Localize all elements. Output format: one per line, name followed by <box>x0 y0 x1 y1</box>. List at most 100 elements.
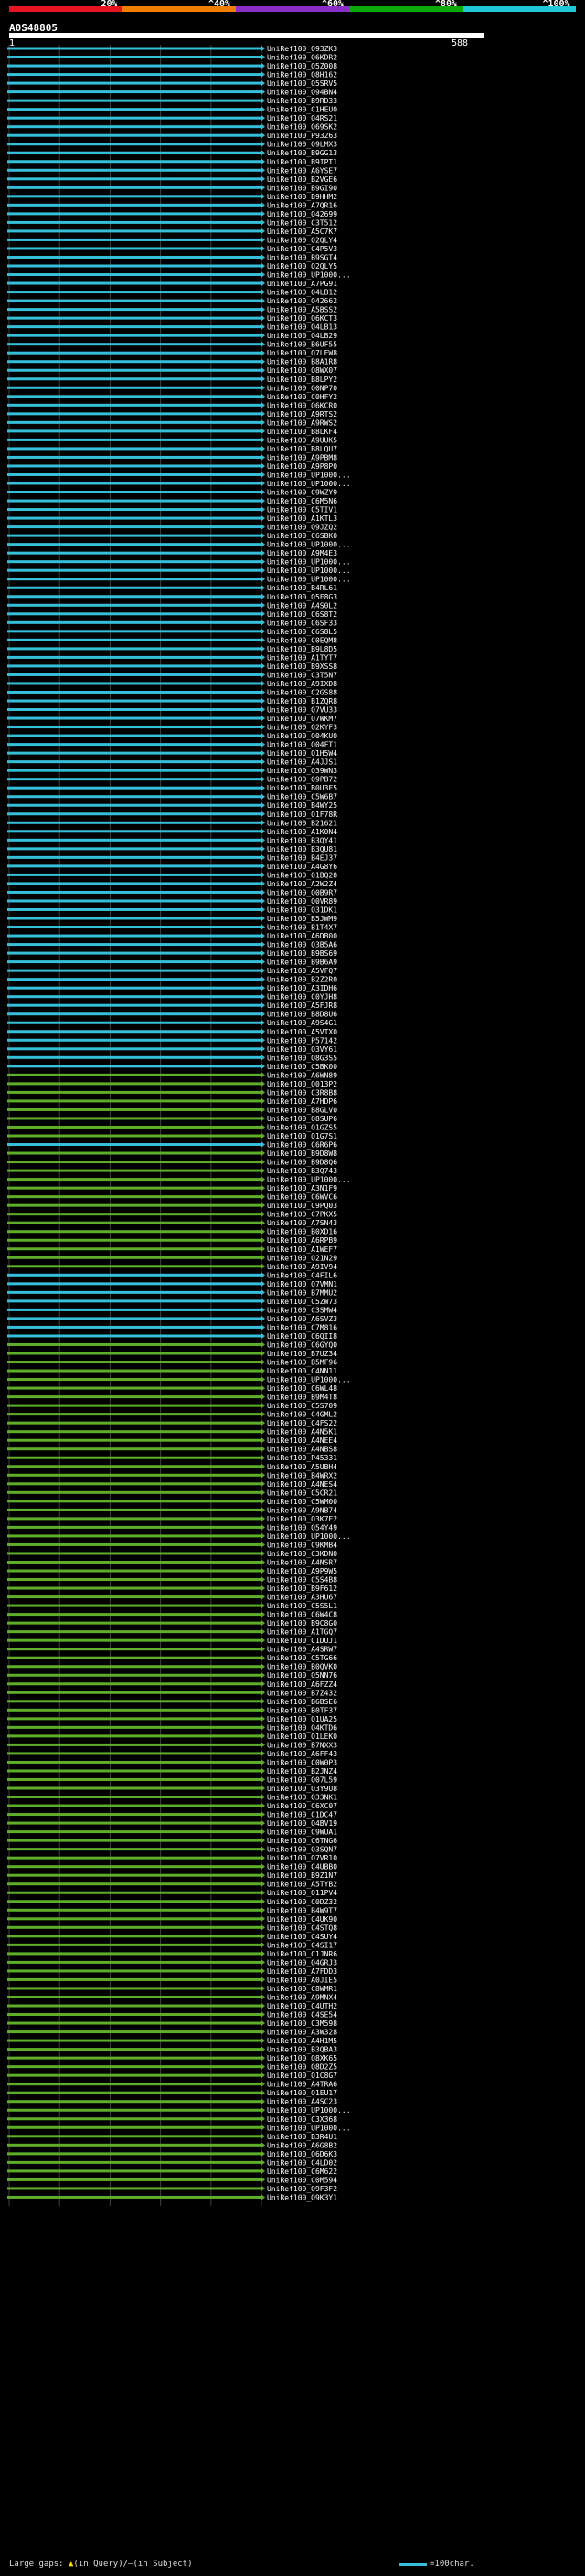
hit-arrow-icon <box>261 445 265 451</box>
hit-arrow-icon <box>261 733 265 739</box>
hit-arrow-icon <box>261 1307 265 1313</box>
hit-arrow-icon <box>261 1168 265 1174</box>
hit-label: UniRef100_C3T512 <box>267 218 337 227</box>
hit-bar <box>7 2021 261 2025</box>
hit-bar <box>7 743 261 747</box>
hit-bar <box>7 673 261 676</box>
hit-label: UniRef100_Q11PV4 <box>267 1889 337 1897</box>
hit-bar <box>7 543 261 546</box>
hit-bar <box>7 1265 261 1268</box>
hit-label: UniRef100_UP1000... <box>267 1176 351 1184</box>
hit-bar <box>7 612 261 616</box>
hit-bar <box>7 1465 261 1468</box>
hit-bar <box>7 1473 261 1477</box>
hit-bar <box>7 516 261 520</box>
hit-arrow-icon <box>261 1515 265 1521</box>
hit-label: UniRef100_Q3VY61 <box>267 1045 337 1054</box>
hit-label: UniRef100_B7Z432 <box>267 1689 337 1697</box>
hit-label: UniRef100_A9P9W5 <box>267 1567 337 1575</box>
hit-arrow-icon <box>261 393 265 399</box>
hit-arrow-icon <box>261 123 265 130</box>
hit-bar <box>7 838 261 842</box>
hit-bar <box>7 630 261 633</box>
hit-bar <box>7 1995 261 1998</box>
hit-arrow-icon <box>261 1576 265 1583</box>
hit-arrow-icon <box>261 202 265 208</box>
hit-label: UniRef100_A5BSS2 <box>267 306 337 314</box>
hit-arrow-icon <box>261 724 265 730</box>
hit-bar <box>7 368 261 372</box>
hit-arrow-icon <box>261 367 265 374</box>
hit-arrow-icon <box>261 1203 265 1209</box>
hit-arrow-icon <box>261 976 265 982</box>
hit-bar <box>7 830 261 833</box>
hit-bar <box>7 1256 261 1259</box>
hit-bar <box>7 1413 261 1416</box>
hit-arrow-icon <box>261 2072 265 2079</box>
hit-arrow-icon <box>261 837 265 843</box>
hit-label: UniRef100_B4WRX2 <box>267 1471 337 1479</box>
hit-bar <box>7 1038 261 1042</box>
hit-label: UniRef100_Q4LB13 <box>267 323 337 332</box>
hit-label: UniRef100_B4EJ37 <box>267 853 337 862</box>
hit-label: UniRef100_C3KDN0 <box>267 1550 337 1558</box>
hit-bar <box>7 447 261 451</box>
hit-bar <box>7 1186 261 1190</box>
hit-bar <box>7 1143 261 1147</box>
hit-arrow-icon <box>261 672 265 678</box>
hit-bar <box>7 99 261 102</box>
hit-label: UniRef100_Q5Z008 <box>267 62 337 70</box>
hit-label: UniRef100_UP1000... <box>267 2106 351 2115</box>
hit-label: UniRef100_A9IV94 <box>267 1263 337 1271</box>
hit-arrow-icon <box>261 620 265 626</box>
hit-bar <box>7 1586 261 1590</box>
hit-bar <box>7 969 261 972</box>
hit-bar <box>7 203 261 207</box>
hit-label: UniRef100_P57142 <box>267 1036 337 1044</box>
hit-arrow-icon <box>261 968 265 974</box>
hit-label: UniRef100_B3QY41 <box>267 836 337 844</box>
hit-arrow-icon <box>261 428 265 434</box>
hit-bar <box>7 2143 261 2147</box>
hit-bar <box>7 1030 261 1034</box>
hit-arrow-icon <box>261 1463 265 1469</box>
hit-arrow-icon <box>261 880 265 886</box>
hit-label: UniRef100_B7MMU2 <box>267 1288 337 1297</box>
hit-label: UniRef100_UP1000... <box>267 271 351 280</box>
hit-arrow-icon <box>261 1020 265 1026</box>
hit-bar <box>7 2195 261 2199</box>
hit-bar <box>7 1308 261 1311</box>
hit-bar <box>7 595 261 599</box>
hit-arrow-icon <box>261 376 265 382</box>
hit-label: UniRef100_A4NSR7 <box>267 1558 337 1566</box>
hit-arrow-icon <box>261 2020 265 2027</box>
hit-arrow-icon <box>261 1220 265 1226</box>
hit-bar <box>7 708 261 712</box>
hit-arrow-icon <box>261 175 265 182</box>
hit-label: UniRef100_Q3SQN7 <box>267 1846 337 1854</box>
hit-bar <box>7 1456 261 1459</box>
hit-label: UniRef100_A9MNX4 <box>267 1993 337 2001</box>
hit-bar <box>7 1856 261 1860</box>
hit-alignment-panel: UniRef100_Q93ZK3UniRef100_Q6KDR2UniRef10… <box>7 45 351 2206</box>
hit-bar <box>7 1482 261 1486</box>
hit-arrow-icon <box>261 1011 265 1017</box>
hit-label: UniRef100_A6FF43 <box>267 1750 337 1758</box>
hit-arrow-icon <box>261 158 265 164</box>
hit-bar <box>7 1865 261 1869</box>
hit-bar <box>7 1542 261 1546</box>
hit-bar <box>7 1708 261 1712</box>
hit-label: UniRef100_C3R8B8 <box>267 1088 337 1097</box>
hit-bar <box>7 726 261 729</box>
hit-bar <box>7 1813 261 1817</box>
hit-arrow-icon <box>261 1628 265 1635</box>
hit-bar <box>7 1247 261 1251</box>
hit-bar <box>7 1665 261 1669</box>
hit-label: UniRef100_C3T5N7 <box>267 671 337 679</box>
hit-label: UniRef100_B5JWM9 <box>267 915 337 923</box>
hit-label: UniRef100_B2Z2R0 <box>267 976 337 984</box>
hit-label: UniRef100_C5S5L1 <box>267 1602 337 1610</box>
hit-arrow-icon <box>261 1498 265 1504</box>
hit-arrow-icon <box>261 1298 265 1304</box>
hit-bar <box>7 1021 261 1024</box>
